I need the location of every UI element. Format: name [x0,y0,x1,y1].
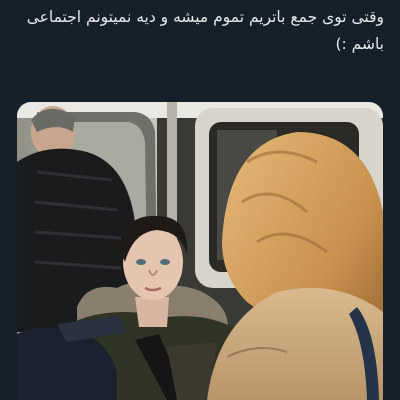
post-photo[interactable] [17,102,383,400]
photo-icon [17,102,383,400]
post-text: وقتی توی جمع باتریم تموم میشه و دیه نمیت… [26,8,384,53]
